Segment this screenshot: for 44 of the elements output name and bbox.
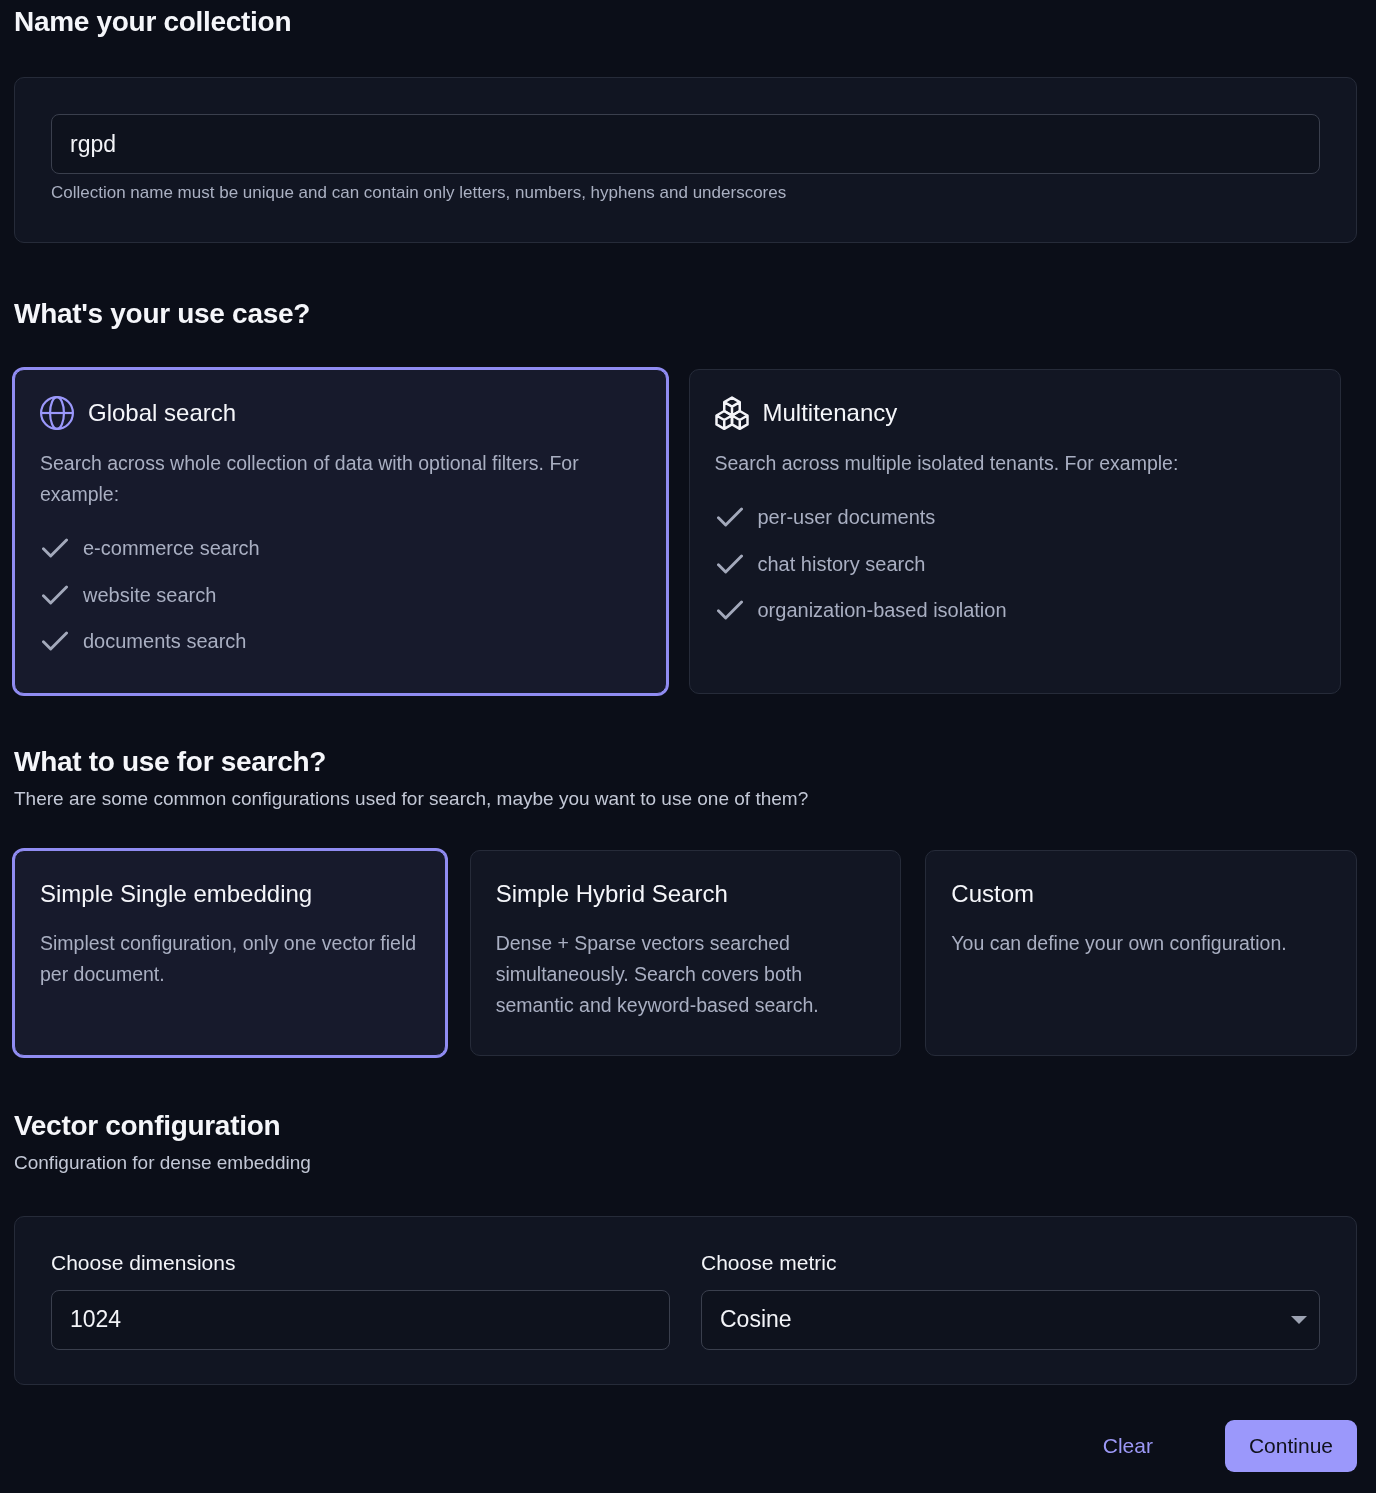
- use-case-card[interactable]: Global search Search across whole collection of data with optional filters. For example: e-commerce search website search documents search: [14, 369, 667, 694]
- section-title: What's your use case?: [14, 297, 311, 331]
- example-text: chat history search: [757, 551, 926, 577]
- check-icon: [716, 553, 743, 574]
- section-title: What to use for search?: [14, 744, 328, 779]
- check-icon: [716, 507, 743, 528]
- section-title: Vector configuration: [14, 1108, 282, 1143]
- dimensions-input[interactable]: 1024: [51, 1289, 670, 1350]
- card-description: Dense + Sparse vectors searched simultaneously. Search covers both semantic and keyword-based search.: [495, 930, 820, 1018]
- example-text: documents search: [83, 629, 247, 655]
- metric-select[interactable]: Cosine: [701, 1289, 1320, 1350]
- section-subtitle: Configuration for dense embedding: [14, 1150, 312, 1175]
- globe-icon: [40, 396, 74, 430]
- collection-name-input[interactable]: rgpd: [51, 114, 1320, 174]
- config-card[interactable]: Simple Hybrid Search Dense + Sparse vectors searched simultaneously. Search covers both semantic and keyword-based search.: [469, 849, 902, 1056]
- check-icon: [716, 600, 743, 621]
- help-text: Collection name must be unique and can contain only letters, numbers, hyphens and underscores: [51, 182, 788, 204]
- check-icon: [42, 584, 68, 605]
- clear-button[interactable]: Clear: [1078, 1419, 1177, 1472]
- cubes-icon: [714, 396, 749, 430]
- card-title: Multitenancy: [762, 398, 898, 428]
- card-title: Simple Single embedding: [40, 878, 313, 909]
- config-card[interactable]: Simple Single embedding Simplest configuration, only one vector field per document.: [14, 849, 446, 1056]
- card-description: Search across whole collection of data with optional filters. For example:: [40, 451, 580, 507]
- continue-button[interactable]: Continue: [1224, 1419, 1357, 1472]
- example-text: organization-based isolation: [757, 598, 1007, 624]
- card-title: Custom: [951, 878, 1034, 909]
- card-title: Global search: [88, 398, 237, 428]
- section-title: Name your collection: [14, 5, 293, 39]
- caret-icon: [1291, 1315, 1307, 1324]
- check-icon: [42, 631, 68, 652]
- example-text: e-commerce search: [83, 536, 260, 562]
- field-label: Choose metric: [701, 1249, 838, 1276]
- example-text: website search: [83, 582, 217, 608]
- check-icon: [42, 538, 68, 559]
- config-card[interactable]: Custom You can define your own configuration.: [925, 849, 1357, 1056]
- field-label: Choose dimensions: [51, 1249, 237, 1276]
- section-subtitle: There are some common configurations used for search, maybe you want to use one of them?: [14, 786, 810, 811]
- card-description: You can define your own configuration.: [951, 930, 1288, 956]
- card-description: Search across multiple isolated tenants. For example:: [714, 451, 1180, 476]
- use-case-card[interactable]: Multitenancy Search across multiple isolated tenants. For example: per-user documents chat history search organization-based isolation: [688, 369, 1341, 694]
- card-description: Simplest configuration, only one vector field per document.: [40, 930, 418, 987]
- card-title: Simple Hybrid Search: [495, 878, 728, 909]
- example-text: per-user documents: [757, 505, 936, 531]
